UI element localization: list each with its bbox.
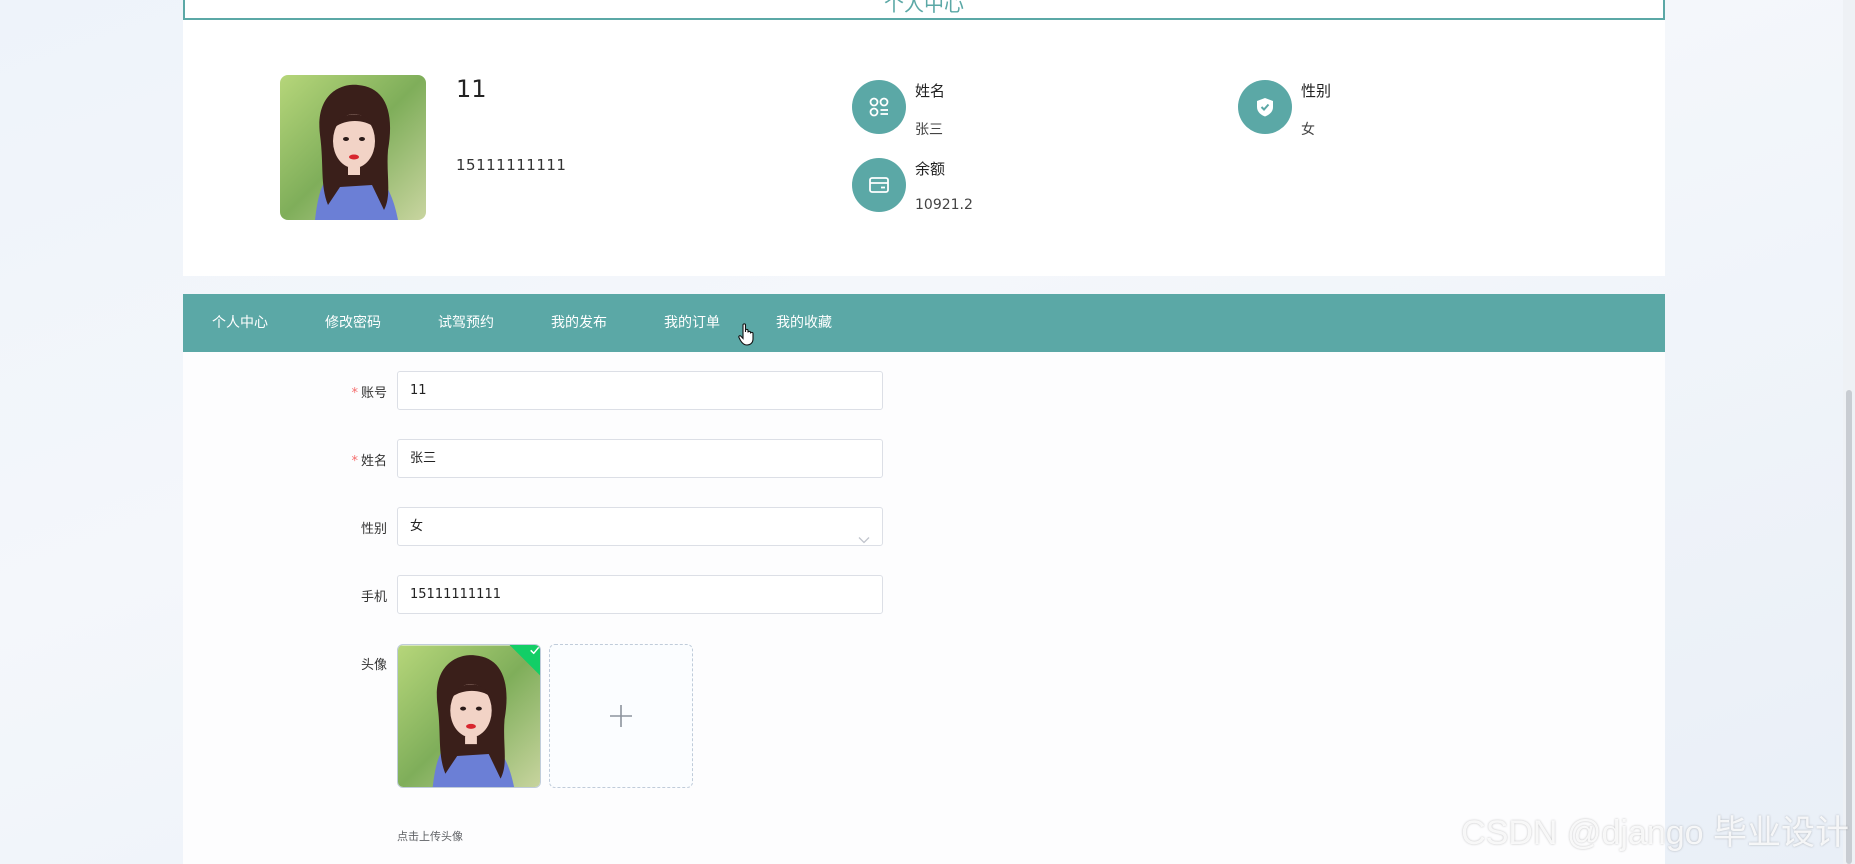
name-input[interactable]: 张三 <box>397 439 883 478</box>
info-label: 性别 <box>1301 82 1332 100</box>
profile-phone: 15111111111 <box>456 156 567 174</box>
avatar-label: 头像 <box>360 658 387 673</box>
phone-label: 手机 <box>360 590 387 605</box>
hand-cursor-icon <box>738 322 756 350</box>
profile-form: * 账号 11 * 姓名 张三 性别 女 手机 15111111111 头像 点… <box>183 352 1665 864</box>
page-title: 个人中心 <box>183 0 1665 20</box>
gender-label: 性别 <box>360 522 387 537</box>
account-input[interactable]: 11 <box>397 371 883 410</box>
check-icon <box>530 646 540 655</box>
tab-my-favorites[interactable]: 我的收藏 <box>776 294 832 352</box>
phone-input[interactable]: 15111111111 <box>397 575 883 614</box>
account-label: * 账号 <box>351 386 387 401</box>
tab-change-password[interactable]: 修改密码 <box>325 294 381 352</box>
watermark: CSDN @django 毕业设计 <box>1461 814 1849 852</box>
required-mark: * <box>351 386 358 401</box>
info-name: 姓名 张三 <box>852 80 1052 140</box>
profile-avatar <box>280 75 426 220</box>
profile-username: 11 <box>456 75 487 103</box>
info-gender: 性别 女 <box>1238 80 1438 140</box>
apps-icon <box>852 80 906 134</box>
scrollbar-thumb[interactable] <box>1846 390 1852 864</box>
uploaded-avatar[interactable] <box>397 644 541 788</box>
tab-test-drive[interactable]: 试驾预约 <box>438 294 494 352</box>
upload-tip: 点击上传头像 <box>397 830 463 843</box>
tab-my-posts[interactable]: 我的发布 <box>551 294 607 352</box>
chevron-down-icon <box>858 522 870 559</box>
info-value: 10921.2 <box>915 197 973 213</box>
info-balance: 余额 10921.2 <box>852 158 1052 218</box>
tab-profile[interactable]: 个人中心 <box>212 294 268 352</box>
wallet-icon <box>852 158 906 212</box>
gender-select[interactable]: 女 <box>397 507 883 546</box>
main-container: 个人中心 11 15111111111 姓名 张三 性别 女 余额 10921.… <box>183 0 1665 864</box>
info-value: 张三 <box>915 122 943 138</box>
tab-my-orders[interactable]: 我的订单 <box>664 294 720 352</box>
upload-avatar-button[interactable] <box>549 644 693 788</box>
shield-check-icon <box>1238 80 1292 134</box>
plus-icon <box>610 705 632 727</box>
name-label: * 姓名 <box>351 454 387 469</box>
tab-bar: 个人中心 修改密码 试驾预约 我的发布 我的订单 我的收藏 <box>183 294 1665 352</box>
required-mark: * <box>351 454 358 469</box>
info-value: 女 <box>1301 122 1315 138</box>
gender-select-value: 女 <box>410 519 424 534</box>
info-label: 余额 <box>915 160 946 178</box>
info-label: 姓名 <box>915 82 946 100</box>
profile-card: 11 15111111111 姓名 张三 性别 女 余额 10921.2 <box>183 20 1665 276</box>
